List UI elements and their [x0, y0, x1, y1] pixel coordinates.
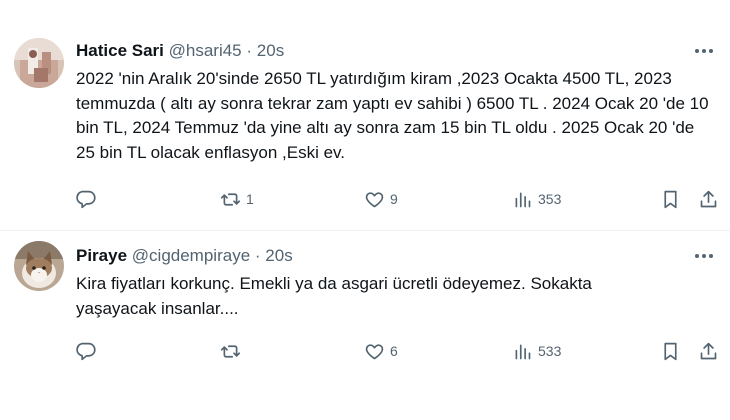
reply-button[interactable]: [76, 186, 102, 212]
tweet-text: 2022 'nin Aralık 20'sinde 2650 TL yatırd…: [76, 69, 709, 162]
action-bar: 6 533: [76, 338, 722, 364]
like-button[interactable]: 6: [364, 338, 398, 364]
bookmark-button[interactable]: [660, 338, 681, 364]
reply-icon: [76, 190, 96, 208]
more-icon[interactable]: [692, 40, 716, 62]
action-bar: 1 9 353: [76, 186, 722, 212]
tweet[interactable]: Hatice Sari @hsari45 · 20s 2022 'nin Ara…: [0, 0, 730, 231]
views-button[interactable]: 533: [512, 338, 561, 364]
retweet-count: 1: [246, 191, 254, 207]
like-count: 9: [390, 191, 398, 207]
reply-button[interactable]: [76, 338, 102, 364]
retweet-button[interactable]: 1: [220, 186, 254, 212]
display-name[interactable]: Piraye: [76, 246, 127, 265]
views-button[interactable]: 353: [512, 186, 561, 212]
tweet[interactable]: Piraye @cigdempiraye · 20s Kira fiyatlar…: [0, 231, 730, 420]
profile-photo-icon: [14, 38, 64, 88]
like-count: 6: [390, 343, 398, 359]
share-button[interactable]: [698, 338, 719, 364]
share-icon: [700, 342, 717, 359]
timestamp[interactable]: 20s: [257, 41, 284, 60]
more-icon[interactable]: [692, 245, 716, 267]
share-icon: [700, 190, 717, 207]
heart-icon: [365, 343, 384, 359]
avatar[interactable]: [14, 38, 64, 88]
timestamp[interactable]: 20s: [265, 246, 292, 265]
retweet-button[interactable]: [220, 338, 246, 364]
share-button[interactable]: [698, 186, 719, 212]
retweet-icon: [220, 192, 241, 206]
view-count: 533: [538, 343, 562, 359]
like-button[interactable]: 9: [364, 186, 398, 212]
user-handle[interactable]: @cigdempiraye: [132, 246, 250, 265]
separator: ·: [254, 246, 261, 265]
views-icon: [515, 192, 531, 207]
heart-icon: [365, 191, 384, 207]
retweet-icon: [220, 344, 241, 358]
view-count: 353: [538, 191, 562, 207]
bookmark-icon: [664, 190, 677, 208]
user-handle[interactable]: @hsari45: [169, 41, 242, 60]
cat-photo-icon: [14, 241, 64, 291]
bookmark-icon: [664, 342, 677, 360]
bookmark-button[interactable]: [660, 186, 681, 212]
avatar[interactable]: [14, 241, 64, 291]
display-name[interactable]: Hatice Sari: [76, 41, 164, 60]
tweet-header: Hatice Sari @hsari45 · 20s: [76, 40, 284, 62]
reply-icon: [76, 342, 96, 360]
separator: ·: [246, 41, 253, 60]
tweet-text: Kira fiyatları korkunç. Emekli ya da asg…: [76, 274, 592, 318]
views-icon: [515, 344, 531, 359]
tweet-header: Piraye @cigdempiraye · 20s: [76, 245, 293, 267]
